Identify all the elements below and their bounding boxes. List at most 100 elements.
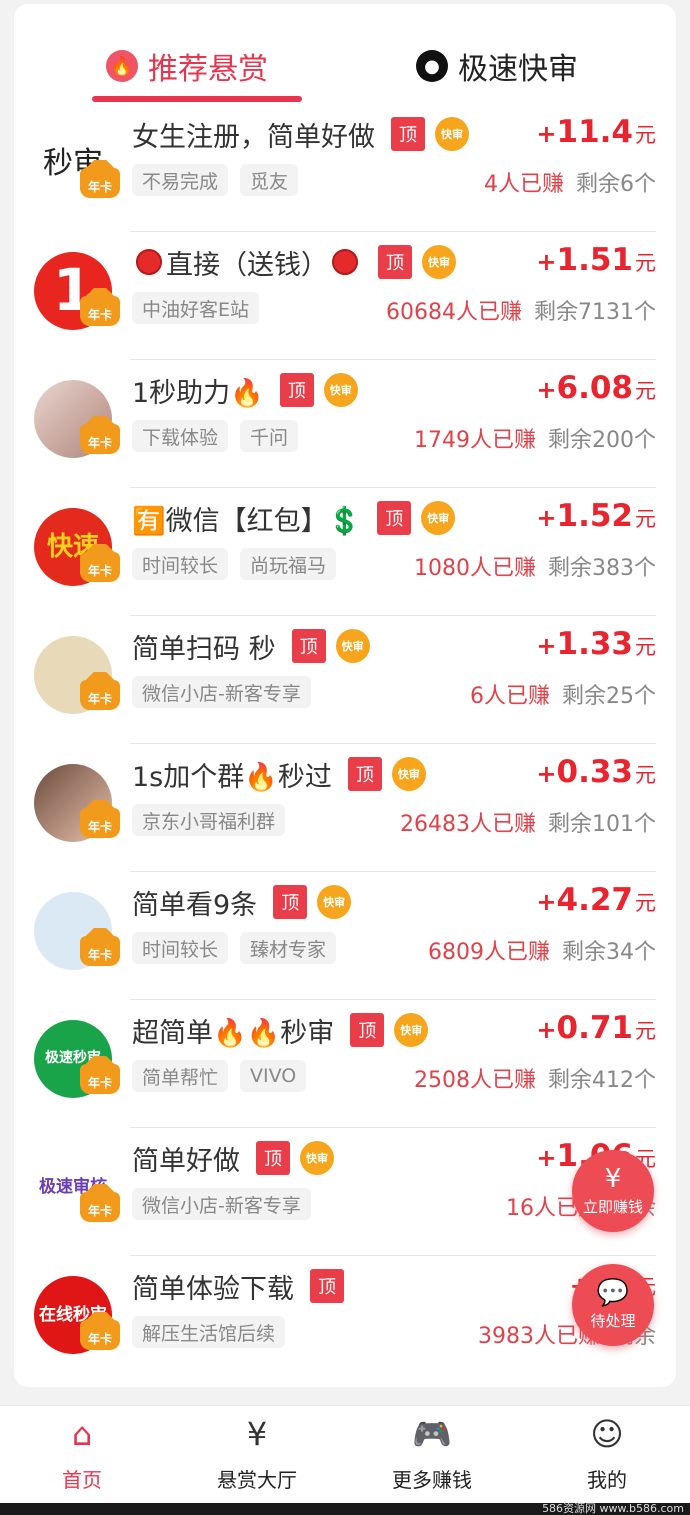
earned-count: 4人已赚 (484, 172, 564, 197)
reward-unit: 元 (635, 379, 656, 403)
task-stats: 26483人已赚 剩余101个 (400, 806, 656, 838)
task-title-line: 简单好做 顶 快审 (132, 1136, 334, 1180)
pinned-badge: 顶 (279, 373, 314, 407)
task-tag: 解压生活馆后续 (132, 1316, 286, 1348)
fast-review-badge: 快审 (335, 629, 370, 663)
reward-unit: 元 (635, 763, 656, 787)
fast-review-badge: 快审 (317, 885, 352, 919)
nav-bounty-hall[interactable]: ¥ 悬赏大厅 (197, 1414, 317, 1493)
tab-recommended[interactable]: 🔥 推荐悬赏 (106, 44, 268, 88)
gamepad-icon: 🎮 (412, 1415, 452, 1453)
task-tags: 微信小店-新客专享 (132, 1188, 311, 1220)
yen-icon: ¥ (604, 1163, 622, 1194)
reward-plus: + (536, 248, 557, 276)
pinned-badge: 顶 (350, 1013, 385, 1047)
task-row[interactable]: 年卡 简单看9条 顶 快审 时间较长 臻材专家 + 4.27 元 6809人已赚剩… (14, 872, 676, 1000)
task-tag: 尚玩福马 (240, 548, 337, 580)
reward-plus: + (536, 888, 557, 916)
task-tag: 下载体验 (132, 420, 229, 452)
reward-unit: 元 (635, 891, 656, 915)
earned-count: 1749人已赚 (414, 428, 536, 453)
reward-plus: + (536, 760, 557, 788)
task-avatar: 年卡 (34, 380, 120, 458)
reward-plus: + (536, 504, 557, 532)
red-dot-icon (332, 249, 358, 275)
task-row[interactable]: 年卡 1秒助力🔥 顶 快审 下载体验 千问 + 6.08 元 1749人已赚 剩余2… (14, 360, 676, 488)
earn-now-button[interactable]: ¥ 立即赚钱 (572, 1150, 654, 1232)
task-title: 直接（送钱） (166, 249, 328, 281)
task-avatar: 极速审核 年卡 (34, 1148, 120, 1226)
task-tags: 解压生活馆后续 (132, 1316, 286, 1348)
reward-plus: + (536, 1144, 557, 1172)
task-tag: 微信小店-新客专享 (132, 1188, 311, 1220)
task-title: 简单看9条 (132, 889, 258, 921)
task-title: 🈶微信【红包】💲 (132, 505, 362, 537)
task-avatar: 快速 年卡 (34, 508, 120, 586)
fast-review-badge: 快审 (422, 245, 456, 279)
task-row[interactable]: 快速 年卡 🈶微信【红包】💲 顶 快审 时间较长 尚玩福马 + 1.52 元 10… (14, 488, 676, 616)
tab-fast-review[interactable]: ● 极速快审 (416, 44, 578, 88)
task-row[interactable]: 年卡 1s加个群🔥秒过 顶 快审 京东小哥福利群 + 0.33 元 26483人… (14, 744, 676, 872)
task-title-line: 直接（送钱） 顶 快审 (132, 240, 456, 284)
annual-crown-icon: 年卡 (80, 544, 120, 582)
pinned-badge: 顶 (273, 885, 308, 919)
user-icon: ● (416, 50, 448, 82)
nav-label: 首页 (62, 1468, 102, 1492)
nav-more-earn[interactable]: 🎮 更多赚钱 (372, 1414, 492, 1493)
reward-amount: 0.71 (556, 1010, 634, 1046)
remaining-count: 剩余200个 (548, 428, 656, 453)
pinned-badge: 顶 (256, 1141, 290, 1175)
task-title: 简单体验下载 (132, 1273, 294, 1305)
task-row[interactable]: 1 年卡 直接（送钱） 顶 快审 中油好客E站 + 1.51 元 60684人已… (14, 232, 676, 360)
task-reward: + 4.27 元 (536, 882, 656, 918)
task-title-line: 简单看9条 顶 快审 (132, 880, 352, 924)
task-stats: 6809人已赚 剩余34个 (428, 934, 656, 966)
task-tag: 臻材专家 (240, 932, 337, 964)
reward-amount: 11.4 (556, 114, 634, 150)
nav-mine[interactable]: ☺ 我的 (547, 1414, 667, 1493)
task-tag: 觅友 (240, 164, 299, 196)
task-title-line: 1秒助力🔥 顶 快审 (132, 368, 358, 412)
task-stats: 2508人已赚 剩余412个 (414, 1062, 656, 1094)
fast-review-badge: 快审 (435, 117, 469, 151)
bottom-nav: ⌂ 首页 ¥ 悬赏大厅 🎮 更多赚钱 ☺ 我的 (0, 1405, 690, 1503)
task-stats: 6人已赚 剩余25个 (470, 678, 656, 710)
earned-count: 2508人已赚 (414, 1068, 536, 1093)
task-tags: 微信小店-新客专享 (132, 676, 311, 708)
task-tags: 京东小哥福利群 (132, 804, 286, 836)
fast-review-badge: 快审 (323, 373, 358, 407)
nav-home[interactable]: ⌂ 首页 (22, 1414, 142, 1493)
task-avatar: 极速秒审 年卡 (34, 1020, 120, 1098)
task-tag: VIVO (240, 1060, 307, 1092)
annual-crown-icon: 年卡 (80, 672, 120, 710)
task-title-line: 1s加个群🔥秒过 顶 快审 (132, 752, 426, 796)
annual-crown-icon: 年卡 (80, 1056, 120, 1094)
remaining-count: 剩余101个 (548, 812, 656, 837)
reward-plus: + (536, 376, 557, 404)
task-title: 1秒助力🔥 (132, 377, 264, 409)
remaining-count: 剩余25个 (562, 684, 656, 709)
task-row[interactable]: 年卡 简单扫码 秒 顶 快审 微信小店-新客专享 + 1.33 元 6人已赚 剩余… (14, 616, 676, 744)
tab-bar: 🔥 推荐悬赏 ● 极速快审 (14, 4, 676, 104)
task-row[interactable]: 极速秒审 年卡 超简单🔥🔥秒审 顶 快审 简单帮忙 VIVO + 0.71 元 2… (14, 1000, 676, 1128)
task-title-line: 女生注册，简单好做 顶 快审 (132, 112, 469, 156)
task-tag: 千问 (240, 420, 299, 452)
nav-label: 我的 (587, 1468, 627, 1492)
remaining-count: 剩余6个 (576, 172, 656, 197)
task-title: 超简单🔥🔥秒审 (132, 1017, 335, 1049)
remaining-count: 剩余412个 (548, 1068, 656, 1093)
red-dot-icon (136, 249, 162, 275)
pending-button[interactable]: 💬 待处理 (572, 1264, 654, 1346)
task-tag: 不易完成 (132, 164, 229, 196)
task-row[interactable]: 秒审 年卡 女生注册，简单好做 顶 快审 不易完成 觅友 + 11.4 元 4人已… (14, 104, 676, 232)
pinned-badge: 顶 (347, 757, 382, 791)
task-tags: 时间较长 臻材专家 (132, 932, 337, 964)
reward-amount: 4.27 (556, 882, 634, 918)
task-tag: 京东小哥福利群 (132, 804, 286, 836)
bounty-hall-icon: ¥ (246, 1415, 268, 1453)
task-stats: 4人已赚 剩余6个 (484, 166, 656, 198)
annual-crown-icon: 年卡 (80, 160, 120, 198)
task-tag: 时间较长 (132, 932, 229, 964)
pinned-badge: 顶 (310, 1269, 344, 1303)
task-title-line: 简单扫码 秒 顶 快审 (132, 624, 370, 668)
